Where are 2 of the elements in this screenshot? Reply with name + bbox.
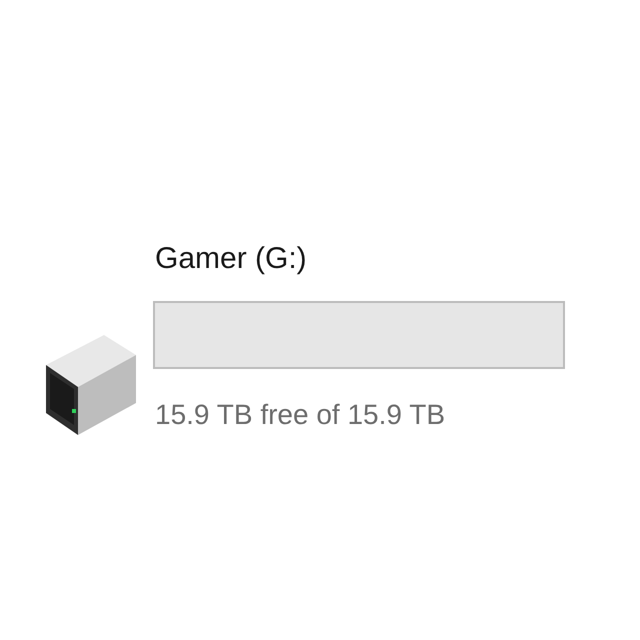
free-space-text: 15.9 TB free of 15.9 TB xyxy=(154,398,446,432)
drive-name: Gamer (G:) xyxy=(154,241,308,277)
